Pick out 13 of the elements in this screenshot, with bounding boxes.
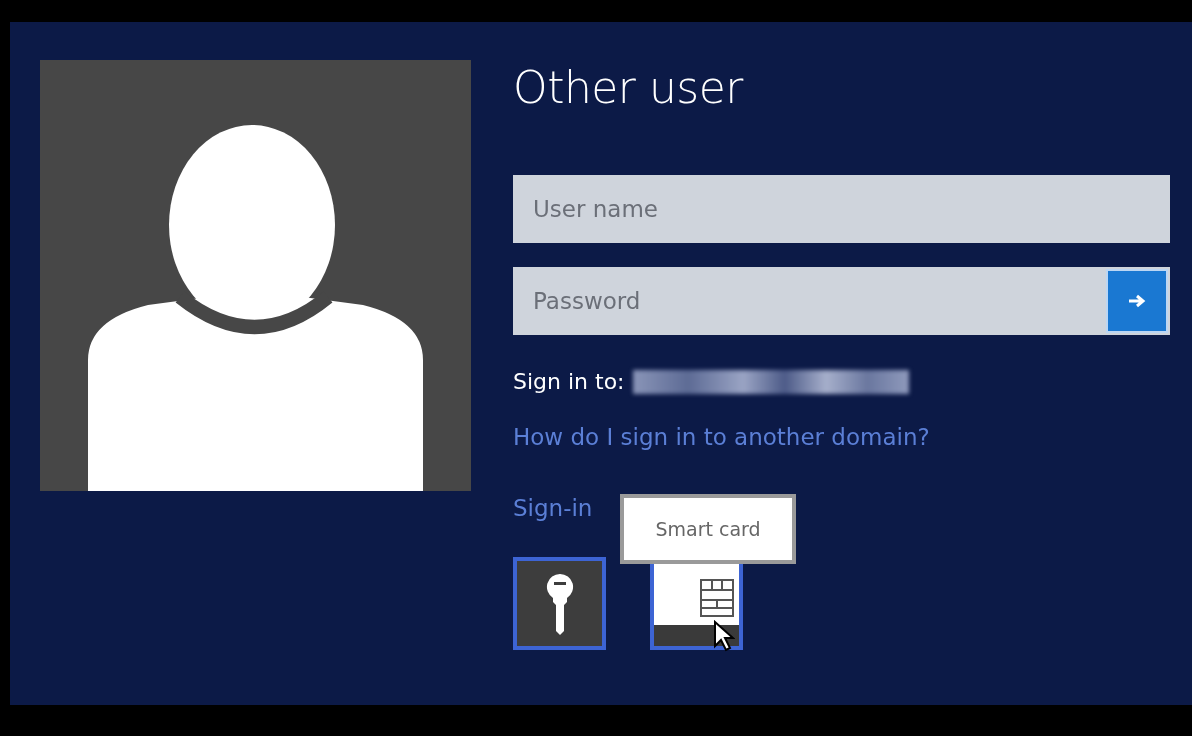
input-field[interactable]: Password [513,267,1104,335]
tooltip: Smart card [620,494,796,564]
input-field[interactable]: User name [513,175,1170,243]
sign-in-to-label: Sign in to: [513,369,625,394]
key-icon [544,571,575,636]
arrow-right-icon [1128,294,1146,308]
mouse-cursor-icon [713,620,735,652]
submit-button[interactable] [1104,267,1170,335]
screen-title: Other user [513,62,745,115]
smart-card-icon [698,577,735,618]
sign-in-options-link[interactable]: Sign-in [513,495,593,521]
sign-in-option-tile[interactable] [513,557,606,650]
help-link[interactable]: How do I sign in to another domain? [513,424,930,450]
